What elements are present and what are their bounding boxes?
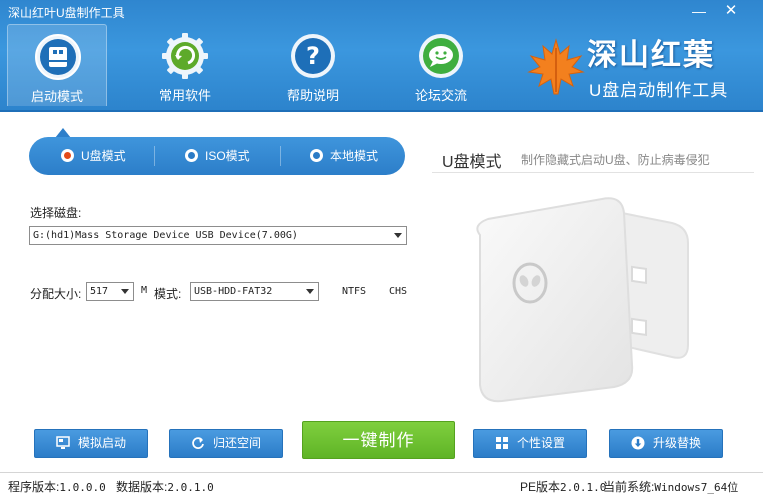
mode-option-local-label: 本地模式: [330, 149, 379, 163]
disk-select-value: G:(hd1)Mass Storage Device USB Device(7.…: [33, 230, 298, 241]
mode-option-usb[interactable]: U盘模式: [61, 137, 126, 175]
tab-help[interactable]: ? 帮助说明: [263, 24, 363, 106]
chevron-down-icon: [306, 289, 314, 294]
title-header: 深山红叶U盘制作工具 — ✕ 启动模式 常用软件 ? 帮助说明 论坛交流 深山红…: [0, 0, 763, 112]
usb-drive-illustration: [476, 197, 689, 403]
format-mode-label: 模式:: [154, 287, 182, 301]
status-bar: 程序版本:1.0.0.0 数据版本:2.0.1.0 PE版本2.0.1.0 当前…: [0, 472, 763, 496]
alloc-size-select[interactable]: 517: [86, 282, 134, 301]
grid-icon: [495, 436, 508, 449]
tab-forum-label: 论坛交流: [414, 88, 467, 103]
data-version-value: 2.0.1.0: [167, 481, 214, 494]
chevron-down-icon: [394, 233, 402, 238]
alloc-size-label: 分配大小:: [30, 287, 82, 301]
data-version: 数据版本:2.0.1.0: [116, 478, 214, 495]
usb-drive-icon: [35, 34, 81, 80]
monitor-icon: [56, 436, 70, 449]
mode-option-iso[interactable]: ISO模式: [185, 137, 250, 175]
question-icon: ?: [291, 34, 335, 78]
program-version-label: 程序版本:: [8, 480, 60, 494]
minimize-button[interactable]: —: [688, 2, 710, 20]
tab-common-software-label: 常用软件: [158, 88, 211, 103]
close-button[interactable]: ✕: [720, 2, 742, 20]
radio-selected-icon: [61, 149, 74, 163]
restore-space-label: 归还空间: [212, 436, 261, 450]
current-system-label: 当前系统:: [603, 480, 655, 494]
data-version-label: 数据版本:: [116, 480, 168, 494]
radio-icon: [185, 149, 198, 163]
mode-option-usb-label: U盘模式: [81, 149, 126, 163]
ntfs-option[interactable]: NTFS: [342, 286, 366, 297]
alloc-unit: M: [141, 285, 148, 296]
disk-label: 选择磁盘:: [30, 206, 82, 220]
maple-leaf-icon: [527, 38, 585, 95]
brand-logo: 深山红葉 U盘启动制作工具: [525, 30, 755, 105]
program-version: 程序版本:1.0.0.0: [8, 478, 106, 495]
download-icon: [631, 436, 645, 450]
mode-selector: U盘模式 ISO模式 本地模式: [29, 137, 405, 175]
mode-option-iso-label: ISO模式: [205, 149, 250, 163]
customize-label: 个性设置: [516, 436, 565, 450]
mode-header: U盘模式 制作隐藏式启动U盘、防止病毒侵犯: [432, 143, 754, 173]
chevron-down-icon: [121, 289, 129, 294]
chat-icon: [419, 34, 463, 78]
disk-select[interactable]: G:(hd1)Mass Storage Device USB Device(7.…: [29, 226, 407, 245]
customize-button[interactable]: 个性设置: [473, 429, 587, 458]
simulate-boot-button[interactable]: 模拟启动: [34, 429, 148, 458]
tab-common-software[interactable]: 常用软件: [135, 24, 235, 106]
pe-version-label: PE版本: [520, 480, 561, 494]
mode-divider: [154, 146, 155, 166]
recycle-gear-icon: [162, 33, 208, 79]
tab-help-label: 帮助说明: [286, 88, 339, 103]
alloc-size-value: 517: [90, 286, 109, 297]
tab-forum[interactable]: 论坛交流: [391, 24, 491, 106]
mode-description: 制作隐藏式启动U盘、防止病毒侵犯: [521, 153, 710, 167]
svg-text:?: ?: [306, 42, 320, 70]
format-mode-select[interactable]: USB-HDD-FAT32: [190, 282, 319, 301]
tab-boot-mode[interactable]: 启动模式: [7, 24, 107, 106]
mode-title: U盘模式: [442, 154, 502, 171]
upgrade-replace-label: 升级替换: [652, 436, 701, 450]
tab-boot-mode-label: 启动模式: [30, 89, 83, 104]
program-version-value: 1.0.0.0: [59, 481, 106, 494]
simulate-boot-label: 模拟启动: [77, 436, 126, 450]
chs-option[interactable]: CHS: [389, 286, 407, 297]
restore-space-button[interactable]: 归还空间: [169, 429, 283, 458]
mode-divider: [280, 146, 281, 166]
refresh-icon: [192, 437, 204, 449]
current-system-value: Windows7_64位: [654, 481, 739, 494]
format-mode-value: USB-HDD-FAT32: [194, 286, 273, 297]
current-system: 当前系统:Windows7_64位: [603, 478, 738, 495]
window-title: 深山红叶U盘制作工具: [8, 6, 125, 20]
brand-subtitle: U盘启动制作工具: [589, 81, 729, 100]
brand-title: 深山红葉: [587, 38, 715, 73]
one-click-make-button[interactable]: 一键制作: [302, 421, 455, 459]
pe-version-value: 2.0.1.0: [560, 481, 607, 494]
mode-option-local[interactable]: 本地模式: [310, 137, 378, 175]
radio-icon: [310, 149, 323, 163]
pe-version: PE版本2.0.1.0: [520, 478, 606, 495]
upgrade-replace-button[interactable]: 升级替换: [609, 429, 723, 458]
